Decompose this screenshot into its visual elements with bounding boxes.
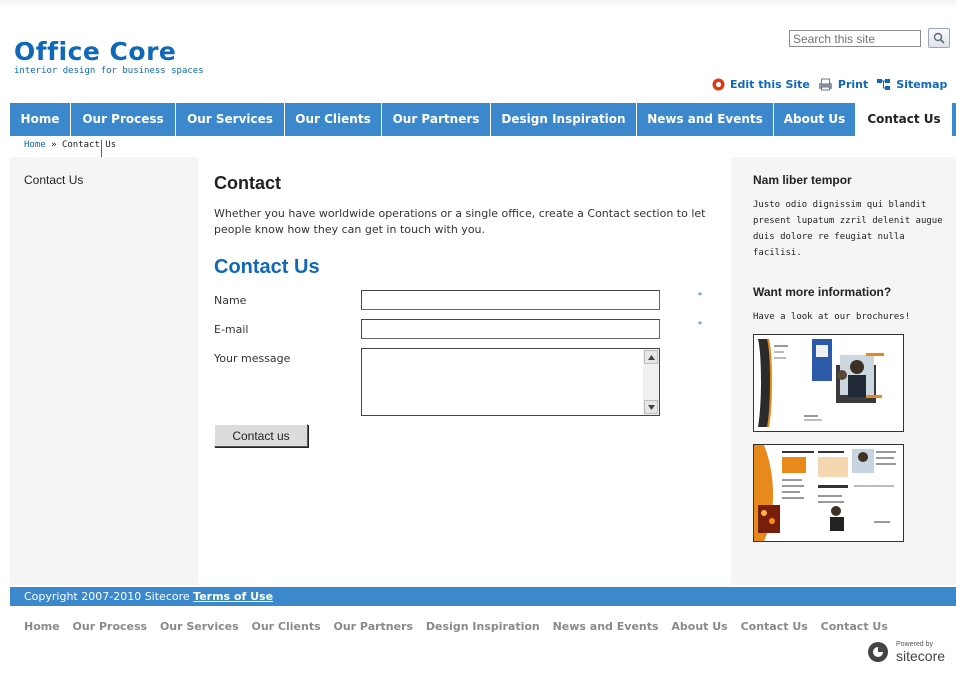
text-caret	[101, 140, 102, 158]
brochure-thumbnail-2[interactable]	[753, 444, 904, 542]
sidebar-item-contact-us[interactable]: Contact Us	[24, 173, 83, 187]
name-required-mark: *	[698, 291, 702, 300]
nav-item-news-events[interactable]: News and Events	[637, 103, 774, 136]
breadcrumb-home[interactable]: Home	[24, 140, 46, 150]
edit-icon	[712, 78, 725, 90]
footer-link-design-inspiration[interactable]: Design Inspiration	[426, 620, 540, 633]
nav-item-about-us[interactable]: About Us	[774, 103, 856, 136]
page-title: Contact	[214, 173, 281, 193]
footer-links: Home Our Process Our Services Our Client…	[24, 620, 897, 633]
sidebar-title-nam-liber: Nam liber tempor	[753, 173, 852, 187]
email-label: E-mail	[214, 323, 249, 336]
nav-item-design-inspiration[interactable]: Design Inspiration	[491, 103, 637, 136]
print-icon	[818, 78, 832, 90]
search-icon	[933, 32, 945, 44]
search-button[interactable]	[928, 28, 950, 48]
contact-submit-button[interactable]: Contact us	[214, 424, 308, 447]
message-field[interactable]	[361, 348, 660, 416]
main-nav: Home Our Process Our Services Our Client…	[10, 103, 956, 136]
footer-link-contact-us[interactable]: Contact Us	[741, 620, 808, 633]
email-field[interactable]	[361, 319, 660, 339]
scroll-down-button[interactable]	[644, 400, 658, 414]
sitecore-logo-icon	[868, 642, 888, 662]
form-title: Contact Us	[214, 256, 320, 278]
breadcrumb-separator: »	[51, 140, 57, 150]
edit-site-label: Edit this Site	[730, 77, 810, 91]
nav-item-our-partners[interactable]: Our Partners	[382, 103, 491, 136]
search-input[interactable]	[789, 30, 921, 47]
toolbar: Edit this Site Print Sitemap	[712, 76, 955, 92]
footer-copyright-line: Copyright 2007-2010 Sitecore Terms of Us…	[24, 587, 273, 606]
footer-link-our-clients[interactable]: Our Clients	[252, 620, 321, 633]
name-label: Name	[214, 294, 247, 307]
nav-item-contact-us[interactable]: Contact Us	[856, 103, 952, 136]
nav-item-our-services[interactable]: Our Services	[176, 103, 285, 136]
site-tagline: interior design for business spaces	[14, 66, 204, 76]
scroll-up-button[interactable]	[644, 350, 658, 364]
footer-link-news-events[interactable]: News and Events	[553, 620, 659, 633]
nav-item-our-clients[interactable]: Our Clients	[285, 103, 382, 136]
footer-link-our-partners[interactable]: Our Partners	[334, 620, 414, 633]
print-label: Print	[837, 77, 869, 91]
footer-link-contact-us-2[interactable]: Contact Us	[821, 620, 888, 633]
arrow-up-icon	[647, 354, 655, 360]
brochure-image-1	[754, 335, 903, 431]
sidebar-text-nam-liber: Justo odio dignissim qui blandit present…	[753, 200, 943, 258]
brochure-image-2	[754, 445, 903, 541]
sitemap-label: Sitemap	[896, 77, 948, 91]
footer-link-our-services[interactable]: Our Services	[160, 620, 239, 633]
intro-text: Whether you have worldwide operations or…	[214, 207, 706, 236]
email-required-mark: *	[698, 320, 702, 329]
footer-link-home[interactable]: Home	[24, 620, 60, 633]
breadcrumb: Home » Contact Us	[24, 140, 116, 150]
footer-link-our-process[interactable]: Our Process	[73, 620, 148, 633]
top-band	[0, 0, 956, 10]
print-link[interactable]: Print	[818, 78, 868, 91]
arrow-down-icon	[647, 404, 655, 410]
sitecore-wordmark: sitecore	[896, 648, 946, 664]
message-scrollbar[interactable]	[643, 349, 659, 415]
brochure-thumbnail-1[interactable]	[753, 334, 904, 432]
name-field[interactable]	[361, 290, 660, 310]
nav-item-our-process[interactable]: Our Process	[71, 103, 176, 136]
nav-item-home[interactable]: Home	[10, 103, 71, 136]
edit-site-link[interactable]: Edit this Site	[712, 78, 810, 91]
powered-by-sitecore[interactable]: Powered by sitecore	[866, 640, 945, 664]
left-sidebar	[10, 157, 198, 585]
sidebar-text-brochures: Have a look at our brochures!	[753, 312, 911, 322]
copyright-text: Copyright 2007-2010 Sitecore	[24, 590, 190, 603]
footer-bar: Copyright 2007-2010 Sitecore Terms of Us…	[10, 587, 956, 606]
message-label: Your message	[214, 352, 291, 365]
sitemap-icon	[877, 78, 891, 90]
breadcrumb-current: Contact Us	[61, 140, 117, 150]
site-logo[interactable]: Office Core	[14, 38, 176, 66]
sitemap-link[interactable]: Sitemap	[876, 78, 947, 91]
footer-link-about-us[interactable]: About Us	[671, 620, 727, 633]
terms-of-use-link[interactable]: Terms of Use	[193, 590, 273, 603]
sidebar-title-more-info: Want more information?	[753, 285, 892, 299]
